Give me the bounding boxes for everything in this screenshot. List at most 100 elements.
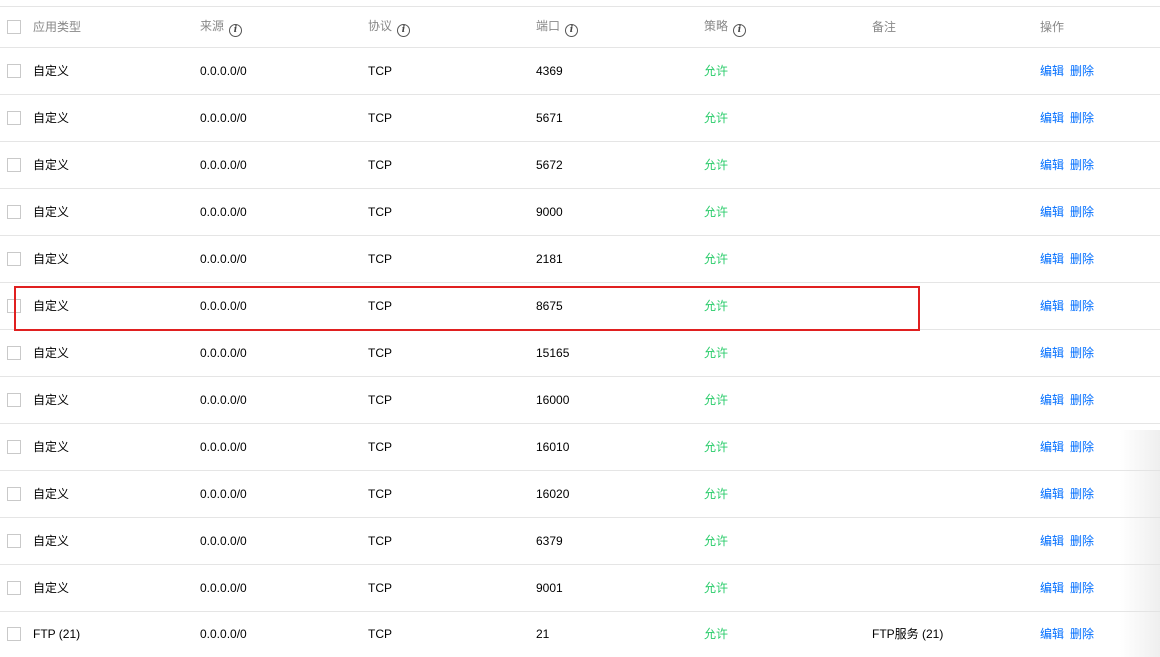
source-cell: 0.0.0.0/0 <box>200 141 368 188</box>
header-actions: 操作 <box>1040 7 1160 47</box>
actions-cell: 编辑 删除 <box>1040 188 1160 235</box>
info-icon[interactable]: i <box>229 23 243 37</box>
table-row: 自定义 0.0.0.0/0 TCP 16000 允许 编辑 删除 <box>0 376 1160 423</box>
app-type-cell: 自定义 <box>0 329 200 376</box>
port: 16020 <box>536 486 570 501</box>
delete-link[interactable]: 删除 <box>1070 393 1094 407</box>
port: 16010 <box>536 439 570 454</box>
row-checkbox[interactable] <box>7 392 21 407</box>
row-checkbox[interactable] <box>7 486 21 501</box>
info-icon[interactable]: i <box>565 23 579 37</box>
source: 0.0.0.0/0 <box>200 392 247 407</box>
app-type-cell: 自定义 <box>0 564 200 611</box>
row-checkbox[interactable] <box>7 298 21 313</box>
delete-link[interactable]: 删除 <box>1070 205 1094 219</box>
policy-cell: 允许 <box>704 611 872 656</box>
actions-cell: 编辑 删除 <box>1040 47 1160 94</box>
protocol-cell: TCP <box>368 517 536 564</box>
source: 0.0.0.0/0 <box>200 626 247 641</box>
source: 0.0.0.0/0 <box>200 63 247 78</box>
row-checkbox[interactable] <box>7 251 21 266</box>
port-cell: 5672 <box>536 141 704 188</box>
row-checkbox[interactable] <box>7 63 21 78</box>
actions-cell: 编辑 删除 <box>1040 282 1160 329</box>
edit-link[interactable]: 编辑 <box>1040 440 1064 454</box>
edit-link[interactable]: 编辑 <box>1040 64 1064 78</box>
row-checkbox[interactable] <box>7 204 21 219</box>
protocol: TCP <box>368 439 392 454</box>
row-checkbox[interactable] <box>7 439 21 454</box>
delete-link[interactable]: 删除 <box>1070 64 1094 78</box>
source-cell: 0.0.0.0/0 <box>200 611 368 656</box>
delete-link[interactable]: 删除 <box>1070 111 1094 125</box>
edit-link[interactable]: 编辑 <box>1040 627 1064 641</box>
port-cell: 8675 <box>536 282 704 329</box>
protocol: TCP <box>368 626 392 641</box>
table-header: 应用类型 来源 i 协议 i 端口 i 策略 i 备注 操作 <box>0 7 1160 47</box>
edit-link[interactable]: 编辑 <box>1040 393 1064 407</box>
edit-link[interactable]: 编辑 <box>1040 346 1064 360</box>
note-cell <box>872 517 1040 564</box>
delete-link[interactable]: 删除 <box>1070 487 1094 501</box>
app-type-cell: 自定义 <box>0 188 200 235</box>
edit-link[interactable]: 编辑 <box>1040 205 1064 219</box>
table-row: 自定义 0.0.0.0/0 TCP 16020 允许 编辑 删除 <box>0 470 1160 517</box>
info-icon[interactable]: i <box>397 23 411 37</box>
policy-cell: 允许 <box>704 188 872 235</box>
row-checkbox[interactable] <box>7 580 21 595</box>
protocol-cell: TCP <box>368 470 536 517</box>
protocol-cell: TCP <box>368 141 536 188</box>
source-cell: 0.0.0.0/0 <box>200 282 368 329</box>
app-type: 自定义 <box>33 487 70 501</box>
edit-link[interactable]: 编辑 <box>1040 111 1064 125</box>
info-icon[interactable]: i <box>733 23 747 37</box>
edit-link[interactable]: 编辑 <box>1040 299 1064 313</box>
row-checkbox[interactable] <box>7 345 21 360</box>
source-cell: 0.0.0.0/0 <box>200 188 368 235</box>
port: 15165 <box>536 345 570 360</box>
security-group-rules-page: 应用类型 来源 i 协议 i 端口 i 策略 i 备注 操作 自定义 0.0.0… <box>0 0 1160 657</box>
port-cell: 16020 <box>536 470 704 517</box>
header-label: 备注 <box>872 20 897 35</box>
policy: 允许 <box>704 252 729 266</box>
app-type-cell: 自定义 <box>0 235 200 282</box>
row-checkbox[interactable] <box>7 533 21 548</box>
delete-link[interactable]: 删除 <box>1070 627 1094 641</box>
delete-link[interactable]: 删除 <box>1070 299 1094 313</box>
delete-link[interactable]: 删除 <box>1070 534 1094 548</box>
delete-link[interactable]: 删除 <box>1070 581 1094 595</box>
policy: 允许 <box>704 346 729 360</box>
select-all-checkbox[interactable] <box>7 19 21 34</box>
protocol: TCP <box>368 580 392 595</box>
port: 16000 <box>536 392 570 407</box>
row-checkbox[interactable] <box>7 110 21 125</box>
row-checkbox[interactable] <box>7 626 21 641</box>
edit-link[interactable]: 编辑 <box>1040 534 1064 548</box>
edit-link[interactable]: 编辑 <box>1040 581 1064 595</box>
policy: 允许 <box>704 64 729 78</box>
delete-link[interactable]: 删除 <box>1070 252 1094 266</box>
policy-cell: 允许 <box>704 329 872 376</box>
app-type: 自定义 <box>33 111 70 125</box>
source: 0.0.0.0/0 <box>200 486 247 501</box>
table-row: FTP (21) 0.0.0.0/0 TCP 21 允许 FTP服务 (21) 编辑 删除 <box>0 611 1160 656</box>
edit-link[interactable]: 编辑 <box>1040 487 1064 501</box>
actions-cell: 编辑 删除 <box>1040 470 1160 517</box>
delete-link[interactable]: 删除 <box>1070 440 1094 454</box>
port: 5671 <box>536 110 563 125</box>
edit-link[interactable]: 编辑 <box>1040 158 1064 172</box>
table-row: 自定义 0.0.0.0/0 TCP 2181 允许 编辑 删除 <box>0 235 1160 282</box>
protocol-cell: TCP <box>368 423 536 470</box>
note: FTP服务 (21) <box>872 627 944 642</box>
protocol-cell: TCP <box>368 611 536 656</box>
edit-link[interactable]: 编辑 <box>1040 252 1064 266</box>
header-label: 应用类型 <box>33 20 82 35</box>
row-checkbox[interactable] <box>7 157 21 172</box>
delete-link[interactable]: 删除 <box>1070 346 1094 360</box>
port: 4369 <box>536 63 563 78</box>
actions-cell: 编辑 删除 <box>1040 611 1160 656</box>
app-type: 自定义 <box>33 581 70 595</box>
delete-link[interactable]: 删除 <box>1070 158 1094 172</box>
note-cell <box>872 282 1040 329</box>
protocol-cell: TCP <box>368 329 536 376</box>
